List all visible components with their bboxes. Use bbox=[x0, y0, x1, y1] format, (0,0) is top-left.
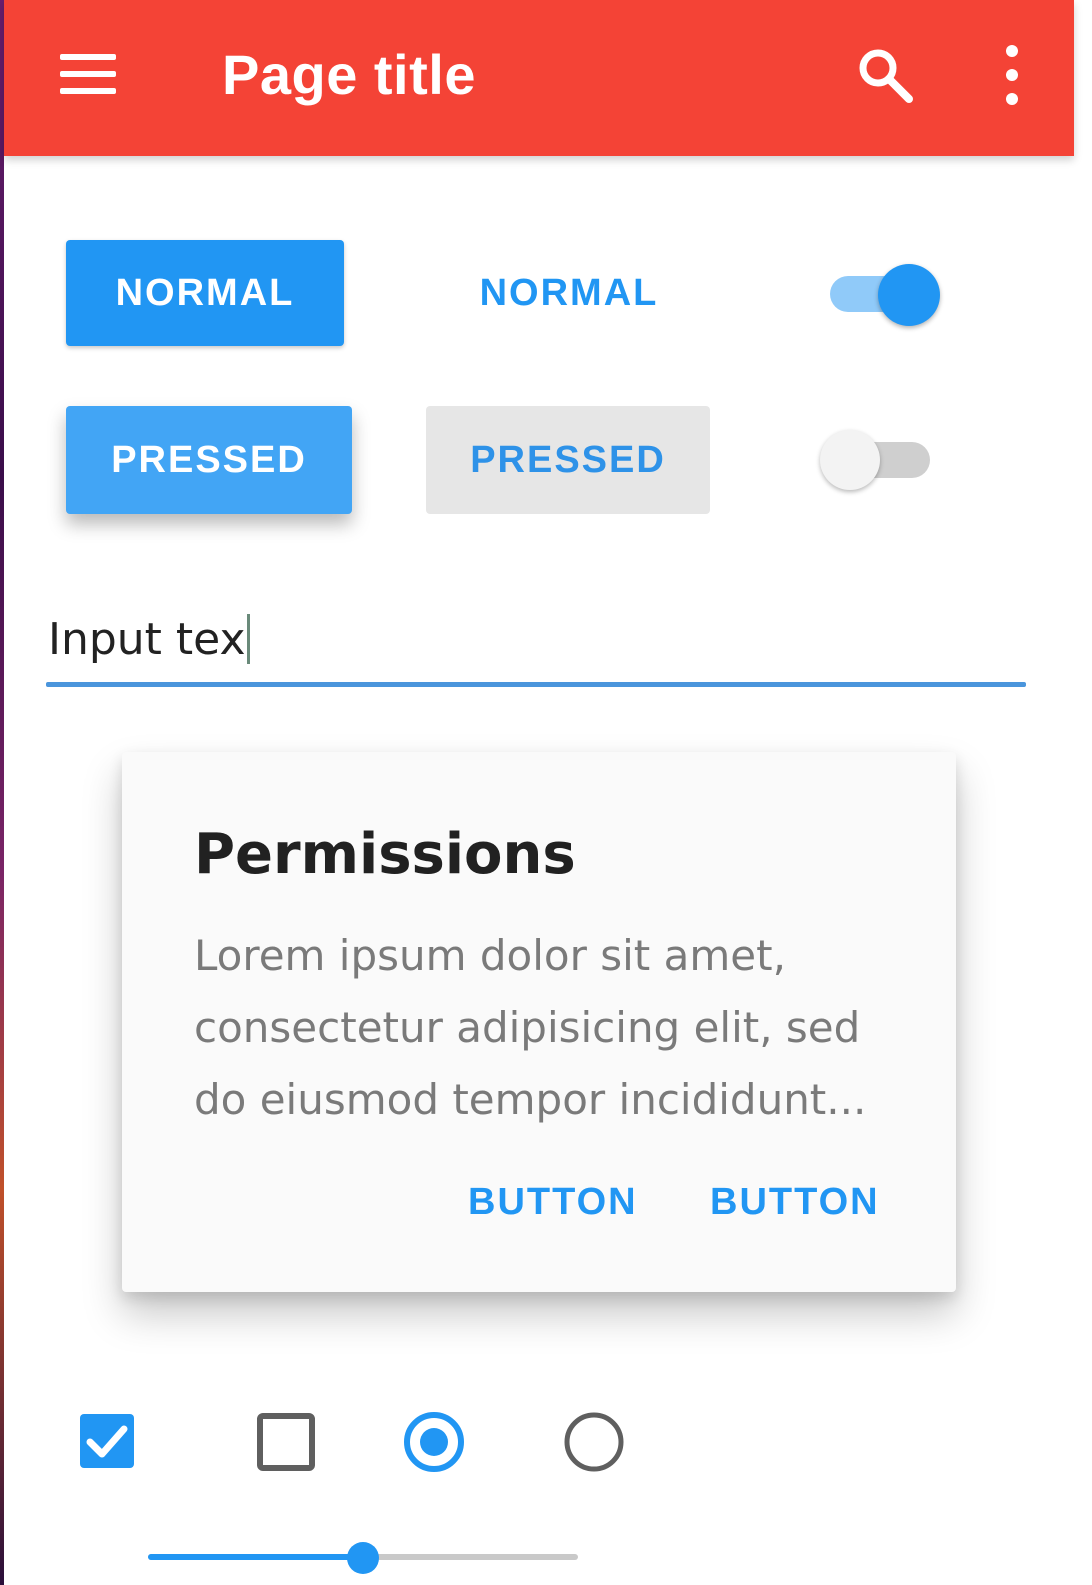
raised-pressed-button[interactable]: PRESSED bbox=[66, 406, 352, 514]
dialog-body-line: Lorem ipsum dolor sit amet, bbox=[194, 931, 786, 980]
raised-normal-button[interactable]: NORMAL bbox=[66, 240, 344, 346]
dialog-action-button-2[interactable]: BUTTON bbox=[710, 1172, 880, 1232]
page-title: Page title bbox=[222, 43, 476, 106]
checkbox-checked[interactable] bbox=[78, 1412, 136, 1470]
radio-button-unselected[interactable] bbox=[562, 1410, 626, 1474]
switch-off[interactable] bbox=[818, 428, 936, 494]
dialog-action-button-1[interactable]: BUTTON bbox=[468, 1172, 638, 1232]
switch-thumb bbox=[878, 264, 940, 326]
window-edge bbox=[0, 0, 4, 1585]
switch-thumb bbox=[820, 430, 880, 490]
text-input-field[interactable]: Input tex bbox=[46, 598, 1026, 693]
dialog-body-line: do eiusmod tempor incididunt... bbox=[194, 1075, 867, 1124]
text-caret bbox=[246, 614, 250, 664]
slider[interactable] bbox=[148, 1530, 578, 1585]
text-input-text: Input tex bbox=[48, 614, 246, 665]
slider-track-active bbox=[148, 1554, 363, 1560]
checkbox-unchecked[interactable] bbox=[256, 1412, 316, 1472]
more-vert-icon[interactable] bbox=[994, 42, 1030, 108]
app-bar: Page title bbox=[4, 0, 1074, 156]
text-input-underline bbox=[46, 682, 1026, 687]
dialog-body-line: consectetur adipisicing elit, sed bbox=[194, 1003, 861, 1052]
text-input-value[interactable]: Input tex bbox=[48, 614, 250, 666]
search-icon[interactable] bbox=[854, 44, 916, 106]
dialog-body: Lorem ipsum dolor sit amet, consectetur … bbox=[194, 920, 894, 1136]
slider-thumb[interactable] bbox=[347, 1542, 379, 1574]
menu-icon[interactable] bbox=[56, 48, 120, 100]
permissions-dialog: Permissions Lorem ipsum dolor sit amet, … bbox=[122, 752, 956, 1292]
flat-pressed-button[interactable]: PRESSED bbox=[426, 406, 710, 514]
radio-button-selected[interactable] bbox=[402, 1410, 466, 1474]
flat-normal-button[interactable]: NORMAL bbox=[430, 240, 708, 346]
switch-on[interactable] bbox=[828, 262, 942, 328]
dialog-title: Permissions bbox=[194, 822, 576, 887]
